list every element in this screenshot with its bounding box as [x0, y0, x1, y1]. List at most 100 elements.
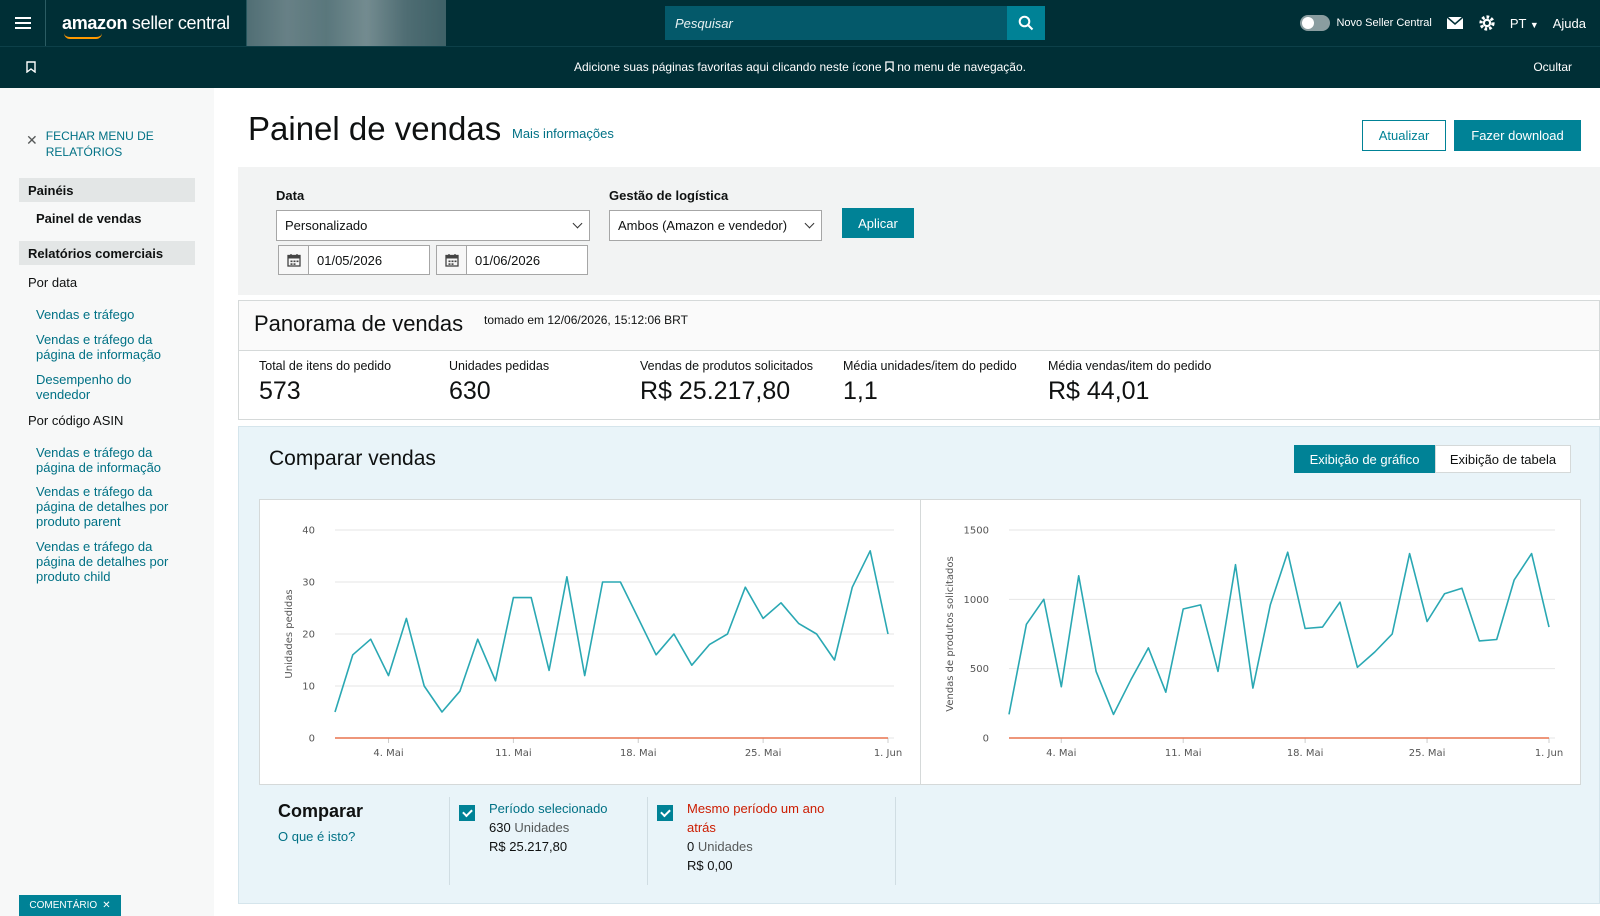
metric-value: 573	[259, 377, 301, 405]
x-tick-label: 1. Jun	[874, 748, 902, 759]
hamburger-menu-icon[interactable]	[0, 0, 46, 46]
metric-media-unidades: Média unidades/item do pedido 1,1	[843, 359, 1017, 406]
units-chart-svg: 0 10 20 30 40 4. Mai 11. Mai 18. Mai 25. Mai 1. J…	[284, 526, 902, 760]
y-axis-label: Vendas de produtos solicitados	[945, 556, 956, 711]
start-date-field[interactable]: 01/05/2026	[278, 245, 430, 275]
chevron-down-icon	[572, 218, 583, 229]
logistics-filter-label: Gestão de logística	[609, 188, 729, 203]
hide-favorites-link[interactable]: Ocultar	[1533, 60, 1572, 74]
close-reports-menu-label: FECHAR MENU DE RELATÓRIOS	[45, 129, 154, 159]
calendar-icon[interactable]	[437, 246, 467, 274]
download-button[interactable]: Fazer download	[1454, 120, 1581, 151]
language-label: PT	[1509, 15, 1527, 31]
search-icon	[1018, 15, 1034, 31]
tab-table-view[interactable]: Exibição de tabela	[1435, 445, 1571, 473]
logo-brand: amazon	[62, 12, 128, 33]
previous-year-title: Mesmo período um ano atrás	[687, 801, 825, 835]
x-tick-label: 25. Mai	[745, 748, 782, 759]
period-selected-summary: Período selecionado 630 Unidades R$ 25.2…	[489, 799, 649, 856]
search-input[interactable]	[665, 6, 1007, 40]
tab-graph-view[interactable]: Exibição de gráfico	[1294, 445, 1435, 473]
previous-year-sales: R$ 0,00	[687, 858, 733, 873]
mail-icon[interactable]	[1446, 16, 1464, 30]
metric-label: Média unidades/item do pedido	[843, 359, 1017, 373]
calendar-icon[interactable]	[279, 246, 309, 274]
period-selected-title: Período selecionado	[489, 801, 608, 816]
y-tick-label: 1000	[964, 595, 989, 606]
metric-label: Total de itens do pedido	[259, 359, 392, 373]
sales-chart: 0 500 1000 1500 4. Mai 11. Mai 18. Mai 25. Mai 1…	[920, 499, 1581, 785]
language-selector[interactable]: PT ▼	[1510, 16, 1539, 31]
amazon-smile-icon	[64, 33, 102, 39]
series-line	[334, 549, 889, 713]
sales-overview-title: Panorama de vendas	[254, 311, 464, 336]
favorites-message-part2: no menu de navegação.	[897, 60, 1026, 74]
metric-value: R$ 25.217,80	[640, 377, 791, 405]
sales-overview-header: Panorama de vendas tomado em 12/06/2026,…	[239, 301, 1599, 351]
x-tick-label: 1. Jun	[1535, 748, 1563, 759]
period-selected-sales: R$ 25.217,80	[489, 839, 568, 854]
close-reports-menu-button[interactable]: ✕ FECHAR MENU DE RELATÓRIOS	[26, 128, 186, 160]
date-range-value: Personalizado	[285, 218, 368, 233]
comment-button[interactable]: COMENTÁRIO ✕	[19, 895, 121, 916]
date-range-select[interactable]: Personalizado	[276, 210, 590, 241]
metric-label: Vendas de produtos solicitados	[640, 359, 814, 373]
y-tick-label: 0	[983, 734, 989, 745]
sidebar-link-desempenho-vendedor[interactable]: Desempenho do vendedor	[36, 372, 186, 402]
top-navigation-bar: amazon seller central Novo Seller Centra…	[0, 0, 1600, 46]
period-selected-units-word: Unidades	[514, 820, 570, 835]
y-tick-label: 10	[302, 682, 315, 693]
y-tick-label: 1500	[964, 526, 989, 537]
x-tick-label: 11. Mai	[1165, 748, 1202, 759]
page-title: Painel de vendas	[248, 110, 502, 147]
search-button[interactable]	[1007, 6, 1045, 40]
y-tick-label: 40	[302, 526, 315, 537]
logo-text: seller central	[127, 12, 230, 33]
gear-icon[interactable]	[1478, 14, 1496, 32]
y-axis-label: Unidades pedidas	[284, 589, 295, 678]
y-tick-label: 500	[970, 664, 989, 675]
end-date-value: 01/06/2026	[475, 252, 541, 268]
what-is-this-link[interactable]: O que é isto?	[278, 829, 355, 844]
sidebar-link-asin-parent[interactable]: Vendas e tráfego da página de detalhes p…	[36, 484, 186, 529]
metric-value: R$ 44,01	[1048, 377, 1150, 405]
help-link[interactable]: Ajuda	[1553, 16, 1586, 31]
close-icon[interactable]: ✕	[102, 900, 110, 911]
period-selected-checkbox[interactable]	[459, 805, 475, 821]
bookmark-icon	[885, 61, 894, 73]
apply-filters-button[interactable]: Aplicar	[842, 208, 914, 238]
y-tick-label: 0	[309, 734, 315, 745]
metric-value: 630	[449, 377, 491, 405]
sidebar-section-relatorios: Relatórios comerciais	[19, 241, 195, 265]
sales-overview-timestamp: tomado em 12/06/2026, 15:12:06 BRT	[484, 313, 688, 327]
metric-total-itens: Total de itens do pedido 573	[259, 359, 391, 406]
sidebar-link-asin-vendas-trafego-pagina[interactable]: Vendas e tráfego da página de informação	[36, 445, 186, 475]
metric-label: Média vendas/item do pedido	[1048, 359, 1212, 373]
sidebar-subheading-por-asin: Por código ASIN	[28, 413, 124, 428]
previous-year-checkbox[interactable]	[657, 805, 673, 821]
novo-seller-central-toggle[interactable]	[1300, 15, 1331, 31]
logistics-select[interactable]: Ambos (Amazon e vendedor)	[609, 210, 822, 241]
caret-down-icon: ▼	[1529, 19, 1539, 30]
y-tick-label: 20	[302, 630, 315, 641]
metric-media-vendas: Média vendas/item do pedido R$ 44,01	[1048, 359, 1211, 406]
end-date-field[interactable]: 01/06/2026	[436, 245, 588, 275]
divider	[449, 797, 450, 885]
sidebar-link-vendas-trafego[interactable]: Vendas e tráfego	[36, 307, 186, 322]
logistics-value: Ambos (Amazon e vendedor)	[618, 218, 788, 233]
chevron-down-icon	[804, 218, 815, 229]
series-line	[1008, 551, 1550, 716]
seller-central-logo[interactable]: amazon seller central	[62, 12, 230, 39]
metric-unidades-pedidas: Unidades pedidas 630	[449, 359, 549, 406]
reports-sidebar: ✕ FECHAR MENU DE RELATÓRIOS Painéis Pain…	[0, 88, 214, 916]
x-tick-label: 4. Mai	[373, 748, 403, 759]
sidebar-link-vendas-trafego-pagina[interactable]: Vendas e tráfego da página de informação	[36, 332, 186, 362]
sales-overview-panel: Panorama de vendas tomado em 12/06/2026,…	[238, 300, 1600, 420]
sidebar-link-asin-child[interactable]: Vendas e tráfego da página de detalhes p…	[36, 539, 186, 584]
more-info-link[interactable]: Mais informações	[512, 126, 614, 141]
sidebar-item-painel-de-vendas[interactable]: Painel de vendas	[36, 211, 142, 226]
refresh-button[interactable]: Atualizar	[1362, 120, 1446, 151]
x-tick-label: 25. Mai	[1409, 748, 1446, 759]
store-selector-blurred[interactable]	[245, 0, 446, 46]
previous-year-units-value: 0	[687, 839, 695, 854]
